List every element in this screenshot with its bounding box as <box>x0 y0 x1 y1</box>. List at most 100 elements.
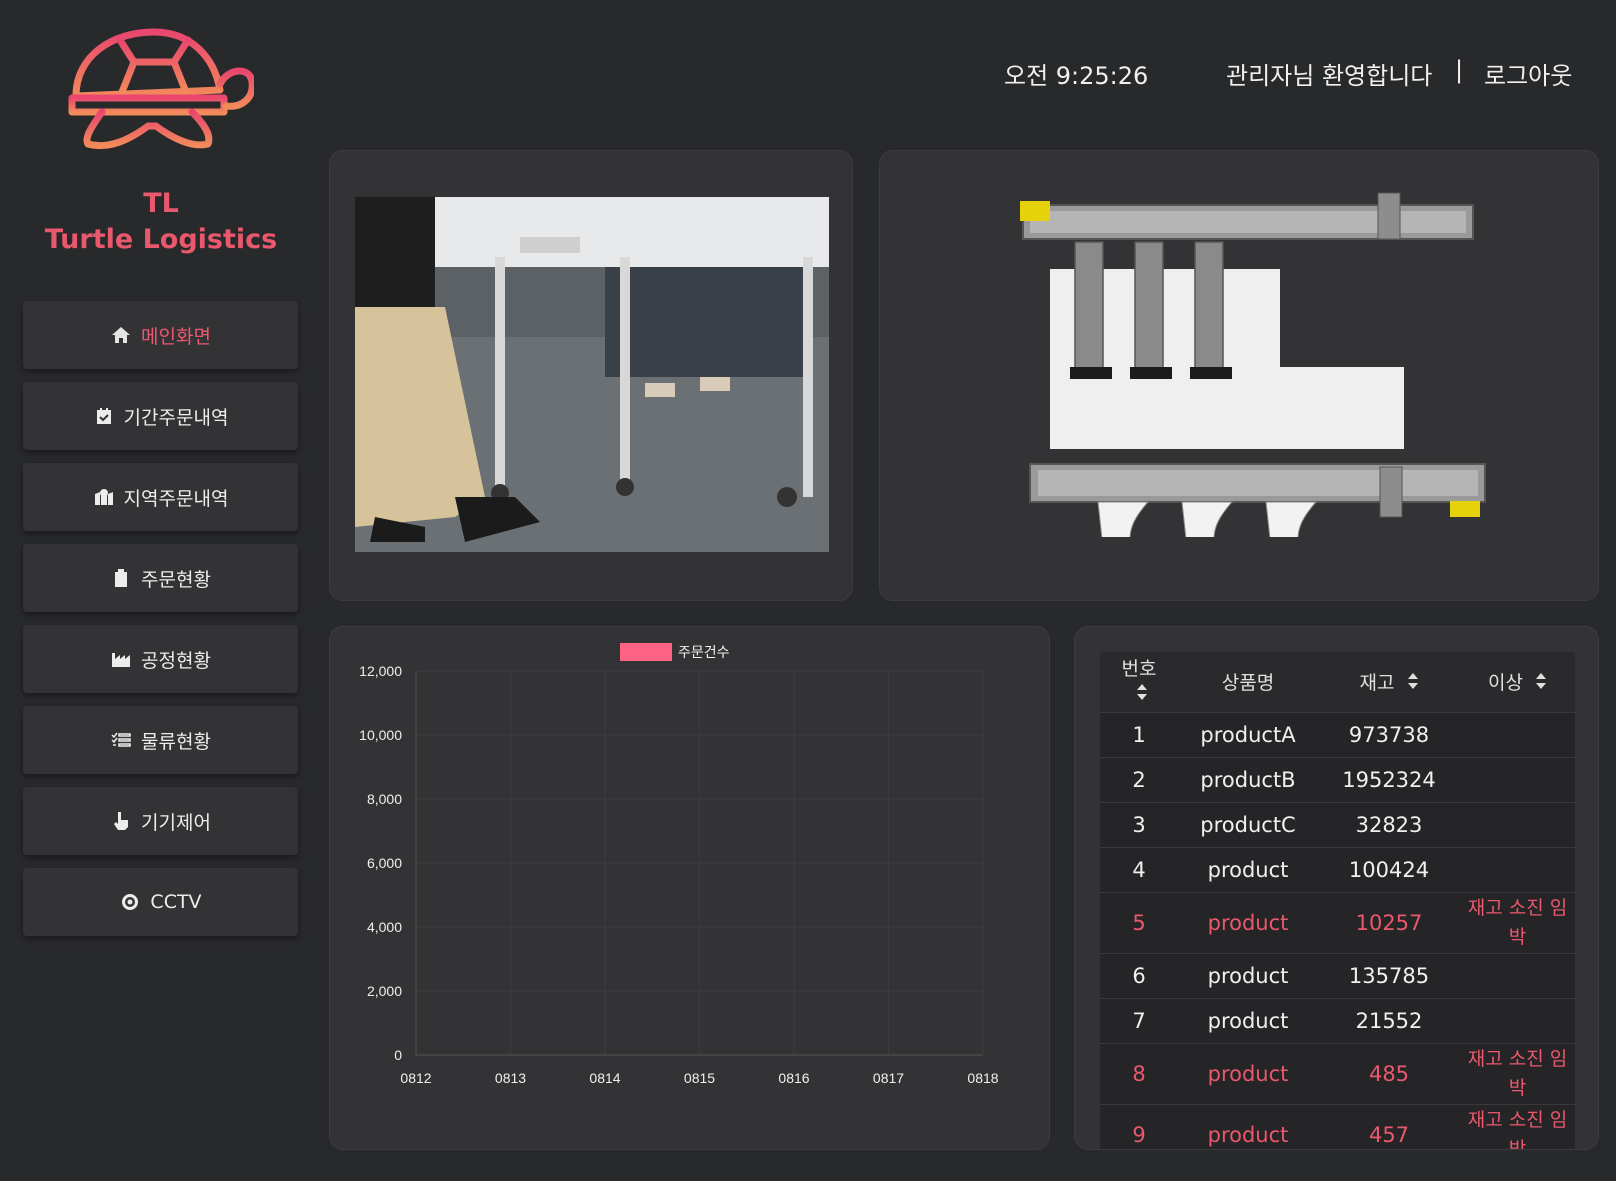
record-icon <box>119 891 141 913</box>
nav-label: 기간주문내역 <box>123 406 229 429</box>
cell-name: product <box>1178 952 1318 998</box>
cell-stock: 973738 <box>1318 711 1460 757</box>
table-row: 5 product 10257 재고 소진 임박 <box>1100 891 1575 953</box>
list-check-icon <box>110 729 132 751</box>
nav-region-orders[interactable]: 지역주문내역 <box>23 463 298 531</box>
cell-no: 1 <box>1100 711 1178 757</box>
x-tick-label: 0816 <box>778 1070 809 1086</box>
cell-name: product <box>1178 846 1318 892</box>
legend-swatch <box>620 643 672 661</box>
col-alert-header[interactable]: 이상 <box>1460 652 1575 712</box>
sort-icon <box>1407 672 1419 695</box>
cell-no: 9 <box>1100 1103 1178 1149</box>
nav-label: 물류현황 <box>141 730 211 753</box>
cell-alert <box>1460 711 1575 757</box>
calendar-check-icon <box>93 405 115 427</box>
hand-pointer-icon <box>110 810 132 832</box>
nav-order-status[interactable]: 주문현황 <box>23 544 298 612</box>
nav-label: 메인화면 <box>141 325 211 348</box>
x-tick-label: 0813 <box>495 1070 526 1086</box>
industry-icon <box>110 648 132 670</box>
table-row: 6 product 135785 <box>1100 952 1575 998</box>
cell-no: 3 <box>1100 801 1178 847</box>
logout-link[interactable]: 로그아웃 <box>1484 56 1572 91</box>
cell-name: product <box>1178 1042 1318 1104</box>
nav-period-orders[interactable]: 기간주문내역 <box>23 382 298 450</box>
order-count-chart: 0 2,000 4,000 6,000 8,000 10,000 12,000 0812 081… <box>359 643 999 1086</box>
y-tick-label: 4,000 <box>367 919 402 935</box>
x-tick-label: 0818 <box>967 1070 998 1086</box>
y-tick-label: 6,000 <box>367 855 402 871</box>
table-row: 8 product 485 재고 소진 임박 <box>1100 1042 1575 1104</box>
cell-stock: 485 <box>1318 1042 1460 1104</box>
cell-name: product <box>1178 997 1318 1043</box>
y-tick-label: 2,000 <box>367 983 402 999</box>
factory-layout-panel <box>879 150 1599 601</box>
welcome-text: 관리자님 환영합니다 <box>1226 62 1433 90</box>
cell-alert: 재고 소진 임박 <box>1460 891 1575 953</box>
sort-icon <box>1136 682 1148 708</box>
cell-no: 7 <box>1100 997 1178 1043</box>
cell-no: 8 <box>1100 1042 1178 1104</box>
table-row: 3 productC 32823 <box>1100 801 1575 847</box>
cell-alert: 재고 소진 임박 <box>1460 1103 1575 1149</box>
table-row: 9 product 457 재고 소진 임박 <box>1100 1103 1575 1149</box>
nav-cctv[interactable]: CCTV <box>23 868 298 936</box>
y-tick-label: 10,000 <box>359 727 402 743</box>
cell-no: 6 <box>1100 952 1178 998</box>
col-no-header[interactable]: 번호 <box>1100 652 1178 712</box>
brand-short: TL <box>143 188 179 219</box>
col-stock-header[interactable]: 재고 <box>1318 652 1460 712</box>
x-tick-label: 0814 <box>589 1070 620 1086</box>
nav-main[interactable]: 메인화면 <box>23 301 298 369</box>
header-separator: | <box>1455 56 1464 84</box>
cell-name: product <box>1178 1103 1318 1149</box>
cell-name: productB <box>1178 756 1318 802</box>
sidebar-nav: 메인화면 기간주문내역 지역주문내역 주문현황 공정현황 물류현황 기기제어 C… <box>23 301 298 949</box>
cell-stock: 100424 <box>1318 846 1460 892</box>
camera-panel <box>329 150 853 601</box>
nav-label: 주문현황 <box>141 568 211 591</box>
y-tick-label: 8,000 <box>367 791 402 807</box>
home-icon <box>110 324 132 346</box>
cell-stock: 32823 <box>1318 801 1460 847</box>
cell-no: 5 <box>1100 891 1178 953</box>
cell-alert <box>1460 756 1575 802</box>
cell-alert <box>1460 997 1575 1043</box>
cell-stock: 135785 <box>1318 952 1460 998</box>
nav-logistics-status[interactable]: 물류현황 <box>23 706 298 774</box>
y-tick-label: 0 <box>394 1047 402 1063</box>
cell-alert <box>1460 801 1575 847</box>
cell-alert <box>1460 952 1575 998</box>
x-tick-label: 0815 <box>684 1070 715 1086</box>
nav-label: CCTV <box>150 891 202 913</box>
conveyor-layout-diagram <box>1020 192 1486 537</box>
x-tick-label: 0817 <box>873 1070 904 1086</box>
table-row: 4 product 100424 <box>1100 846 1575 892</box>
turtle-logo <box>68 28 254 150</box>
cell-alert: 재고 소진 임박 <box>1460 1042 1575 1104</box>
cell-stock: 1952324 <box>1318 756 1460 802</box>
sort-icon <box>1535 672 1547 695</box>
table-row: 1 productA 973738 <box>1100 711 1575 757</box>
cell-no: 4 <box>1100 846 1178 892</box>
camera-feed <box>355 197 829 552</box>
cell-stock: 457 <box>1318 1103 1460 1149</box>
stock-table: 번호 상품명 재고 이상 1 productA 973738 2 productB 195… <box>1100 652 1575 1149</box>
map-location-icon <box>93 486 115 508</box>
brand-name: Turtle Logistics <box>44 224 278 255</box>
legend-label: 주문건수 <box>678 645 730 661</box>
nav-device-control[interactable]: 기기제어 <box>23 787 298 855</box>
cell-stock: 21552 <box>1318 997 1460 1043</box>
cell-name: product <box>1178 891 1318 953</box>
nav-process-status[interactable]: 공정현황 <box>23 625 298 693</box>
nav-label: 지역주문내역 <box>123 487 229 510</box>
clipboard-icon <box>110 567 132 589</box>
cell-name: productA <box>1178 711 1318 757</box>
x-tick-label: 0812 <box>400 1070 431 1086</box>
cell-stock: 10257 <box>1318 891 1460 953</box>
stock-table-panel: 번호 상품명 재고 이상 1 productA 973738 2 productB 195… <box>1074 626 1599 1150</box>
clock: 오전 9:25:26 <box>1004 62 1149 90</box>
order-chart-panel: 0 2,000 4,000 6,000 8,000 10,000 12,000 0812 081… <box>329 626 1050 1150</box>
cell-name: productC <box>1178 801 1318 847</box>
